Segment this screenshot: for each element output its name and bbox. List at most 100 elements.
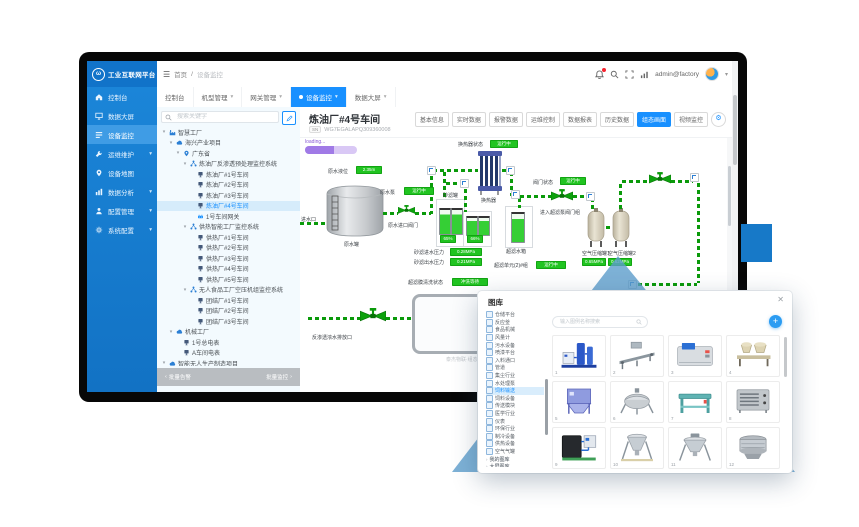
- gallery-category-集尘行业[interactable]: 集尘行业: [486, 372, 544, 380]
- air-tank-2[interactable]: [611, 208, 631, 248]
- gallery-item-2[interactable]: 2: [610, 335, 664, 377]
- collapse-menu-icon[interactable]: ☰: [163, 70, 170, 79]
- inlet-valve[interactable]: [398, 204, 415, 216]
- gallery-item-5[interactable]: 5: [552, 381, 606, 423]
- sidebar-item-控制台[interactable]: 控制台: [87, 87, 157, 106]
- tree-node-炼油厂#4号车间[interactable]: 炼油厂#4号车间: [157, 201, 300, 212]
- tab-网关管理[interactable]: 网关管理▾: [242, 87, 291, 107]
- tree-expander-icon[interactable]: ▾: [161, 129, 167, 135]
- gallery-category-饲料输送[interactable]: 饲料输送: [486, 387, 544, 395]
- tab-数据大屏[interactable]: 数据大屏▾: [347, 87, 396, 107]
- gallery-category-供热设备[interactable]: 供热设备: [486, 440, 544, 448]
- tree-expander-icon[interactable]: ▾: [161, 360, 167, 366]
- tree-node-供热厂#4号车间[interactable]: 供热厂#4号车间: [157, 264, 300, 275]
- tree-node-团结厂#2号车间[interactable]: 团结厂#2号车间: [157, 306, 300, 317]
- gallery-item-3[interactable]: 3: [668, 335, 722, 377]
- action-button-实时数据[interactable]: 实时数据: [452, 112, 486, 127]
- tree-expander-icon[interactable]: ▾: [182, 161, 188, 167]
- tree-expander-icon[interactable]: ▾: [168, 140, 174, 146]
- gallery-item-12[interactable]: 12: [726, 427, 780, 469]
- action-button-基本信息[interactable]: 基本信息: [415, 112, 449, 127]
- gallery-search-input[interactable]: [558, 318, 633, 326]
- gallery-category-空气气罐[interactable]: 空气气罐: [486, 448, 544, 456]
- user-menu-caret-icon[interactable]: ▾: [725, 71, 728, 78]
- gallery-item-10[interactable]: 10: [610, 427, 664, 469]
- tree-node-炼油厂#3号车间[interactable]: 炼油厂#3号车间: [157, 190, 300, 201]
- sidebar-item-配置管理[interactable]: 配置管理▾: [87, 201, 157, 220]
- sidebar-item-运维维护[interactable]: 运维维护▾: [87, 144, 157, 163]
- sidebar-item-设备地图[interactable]: 设备地图: [87, 163, 157, 182]
- gallery-item-11[interactable]: 11: [668, 427, 722, 469]
- gallery-search-box[interactable]: [552, 316, 648, 328]
- tree-node-A车间电表[interactable]: A车间电表: [157, 348, 300, 359]
- tree-node-1号总电表[interactable]: 1号总电表: [157, 337, 300, 348]
- air-outlet-valve[interactable]: [649, 172, 671, 185]
- gallery-category-传送模块[interactable]: 传送模块: [486, 402, 544, 410]
- batch-monitor-button[interactable]: 批量监控›: [266, 373, 292, 381]
- sidebar-item-数据分析[interactable]: 数据分析▾: [87, 182, 157, 201]
- tree-node-团结厂#3号车间[interactable]: 团结厂#3号车间: [157, 316, 300, 327]
- username[interactable]: admin@factory: [655, 71, 699, 78]
- tree-expander-icon[interactable]: ▾: [175, 150, 181, 156]
- tree-node-供热厂#2号车间[interactable]: 供热厂#2号车间: [157, 243, 300, 254]
- gallery-category-水处理泵[interactable]: 水处理泵: [486, 379, 544, 387]
- sidebar-item-系统配置[interactable]: 系统配置▾: [87, 220, 157, 239]
- tree-node-海兴产业项目[interactable]: ▾海兴产业项目: [157, 138, 300, 149]
- tree-node-智慧工厂[interactable]: ▾智慧工厂: [157, 127, 300, 138]
- gallery-item-4[interactable]: 4: [726, 335, 780, 377]
- gallery-category-管道[interactable]: 管道: [486, 364, 544, 372]
- tree-search-box[interactable]: [161, 111, 279, 123]
- tree-edit-button[interactable]: [282, 111, 296, 125]
- gallery-category-喷漆平台[interactable]: 喷漆平台: [486, 349, 544, 357]
- sidebar-item-数据大屏[interactable]: 数据大屏: [87, 106, 157, 125]
- tree-node-供热厂#1号车间[interactable]: 供热厂#1号车间: [157, 232, 300, 243]
- breadcrumb-home[interactable]: 首页: [174, 69, 187, 79]
- tree-node-供热厂#5号车间[interactable]: 供热厂#5号车间: [157, 274, 300, 285]
- gallery-category-医学行业[interactable]: 医学行业: [486, 410, 544, 418]
- tree-search-input[interactable]: [175, 113, 275, 121]
- batch-alarm-button[interactable]: ‹批量告警: [165, 373, 191, 381]
- action-button-运维控制[interactable]: 运维控制: [526, 112, 560, 127]
- gallery-category-环保行业[interactable]: 环保行业: [486, 425, 544, 433]
- gallery-category-仓储平台[interactable]: 仓储平台: [486, 311, 544, 319]
- search-icon[interactable]: [610, 70, 619, 79]
- gallery-item-8[interactable]: 8: [726, 381, 780, 423]
- gallery-item-6[interactable]: 6: [610, 381, 664, 423]
- gallery-item-7[interactable]: 7: [668, 381, 722, 423]
- tree-node-供热智能工厂监控系统[interactable]: ▾供热智能工厂监控系统: [157, 222, 300, 233]
- tree-expander-icon[interactable]: ▾: [182, 287, 188, 293]
- gallery-library-大屏图库[interactable]: ›大屏图库: [486, 463, 544, 467]
- signal-icon[interactable]: [640, 70, 649, 79]
- gallery-category-食品机械[interactable]: 食品机械: [486, 326, 544, 334]
- tree-node-无人食品工厂空压机组监控系统[interactable]: ▾无人食品工厂空压机组监控系统: [157, 285, 300, 296]
- gallery-category-制冷设备[interactable]: 制冷设备: [486, 433, 544, 441]
- tree-node-团结厂#1号车间[interactable]: 团结厂#1号车间: [157, 295, 300, 306]
- action-button-组态画面[interactable]: 组态画面: [637, 112, 671, 127]
- gallery-add-button[interactable]: +: [769, 315, 782, 328]
- action-button-历史数据[interactable]: 历史数据: [600, 112, 634, 127]
- gallery-category-scrollbar[interactable]: [545, 379, 548, 435]
- tab-控制台[interactable]: 控制台: [157, 87, 194, 107]
- tab-设备监控[interactable]: 设备监控▾: [291, 87, 347, 107]
- gallery-category-反应釜[interactable]: 反应釜: [486, 319, 544, 327]
- gallery-item-1[interactable]: 1: [552, 335, 606, 377]
- tree-node-机械工厂[interactable]: ▾机械工厂: [157, 327, 300, 338]
- tree-node-1号车间网关[interactable]: 1号车间网关: [157, 211, 300, 222]
- fullscreen-icon[interactable]: [625, 70, 634, 79]
- close-icon[interactable]: ✕: [777, 295, 784, 304]
- drain-valve[interactable]: [360, 308, 386, 323]
- tree-node-炼油厂#2号车间[interactable]: 炼油厂#2号车间: [157, 180, 300, 191]
- tab-机型管理[interactable]: 机型管理▾: [194, 87, 243, 107]
- gallery-item-9[interactable]: 9: [552, 427, 606, 469]
- bell-icon[interactable]: [595, 70, 604, 79]
- gallery-category-入料通口[interactable]: 入料通口: [486, 357, 544, 365]
- gear-icon[interactable]: ⚙: [711, 112, 726, 127]
- gallery-category-污水设备[interactable]: 污水设备: [486, 341, 544, 349]
- tree-node-广东省[interactable]: ▾广东省: [157, 148, 300, 159]
- avatar[interactable]: [705, 67, 719, 81]
- action-button-报警数据[interactable]: 报警数据: [489, 112, 523, 127]
- tree-expander-icon[interactable]: ▾: [168, 329, 174, 335]
- action-button-视频监控[interactable]: 视频监控: [674, 112, 708, 127]
- raw-water-tank[interactable]: [325, 182, 385, 240]
- gallery-category-风量计[interactable]: 风量计: [486, 334, 544, 342]
